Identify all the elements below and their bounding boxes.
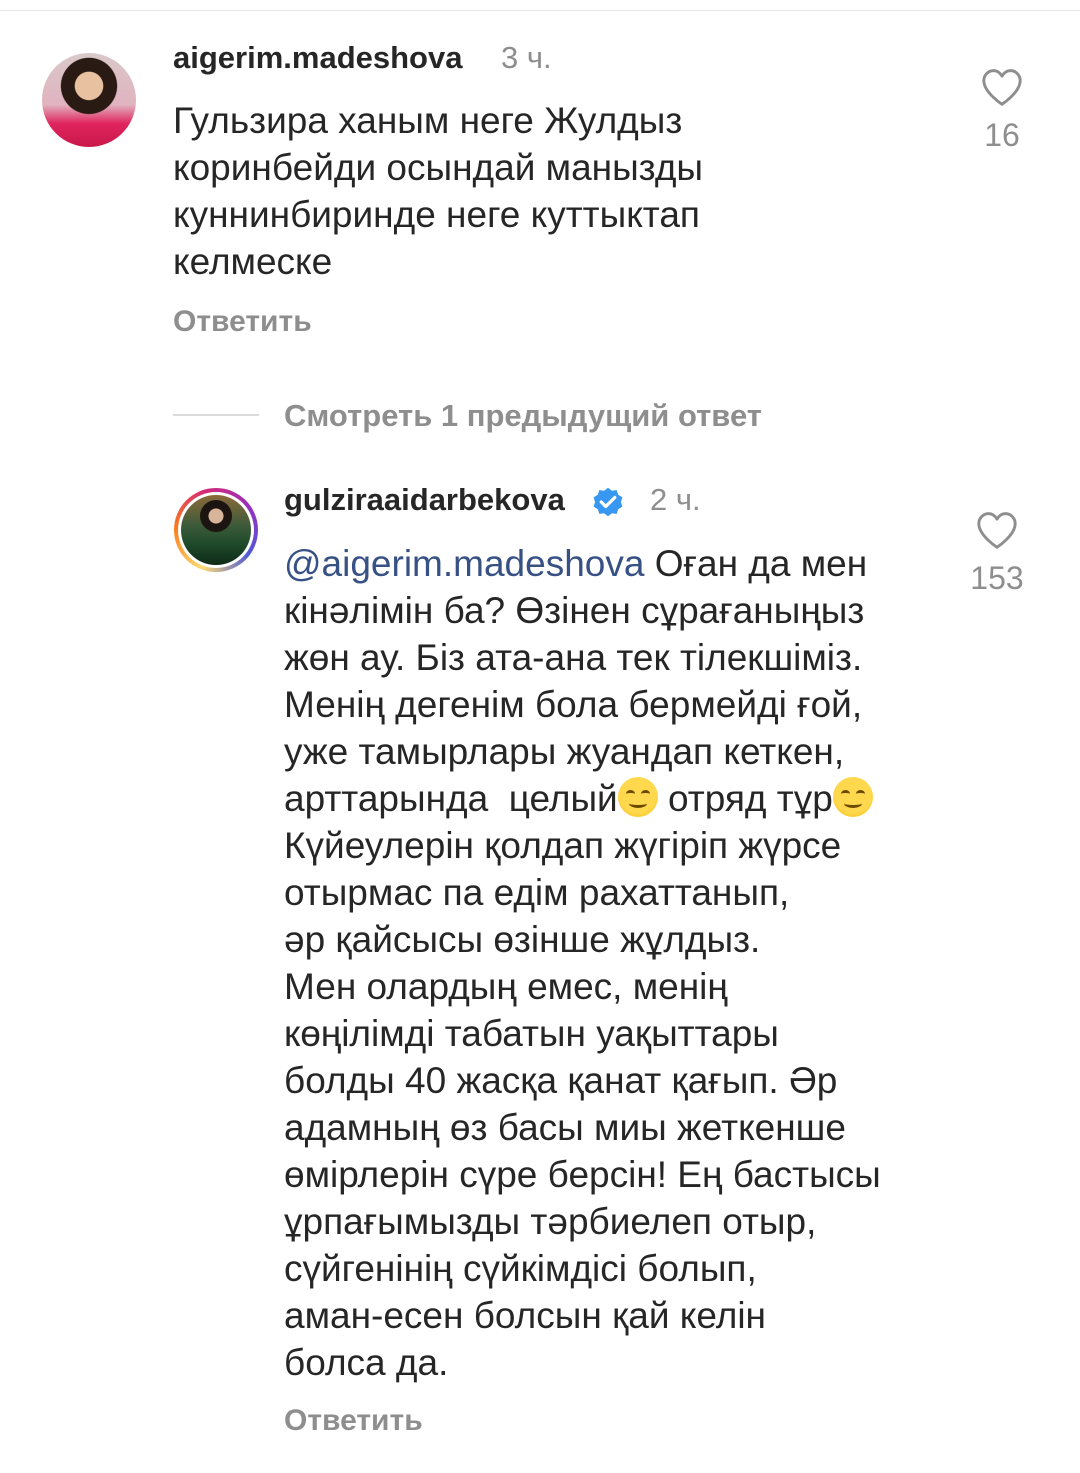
comment-line: келмеске bbox=[173, 241, 333, 282]
comment-line: куннинбиринде неге куттыктап bbox=[173, 194, 700, 235]
comments-thread: aigerim.madeshova 3 ч. Гульзира ханым не… bbox=[0, 0, 1080, 1473]
replies-divider bbox=[173, 414, 259, 416]
reply-line: арттарында целый отряд тұр bbox=[284, 775, 944, 822]
reply-line: аман-есен болсын қай келін bbox=[284, 1295, 766, 1336]
reply-line: өмірлерін сүре берсін! Ең бастысы bbox=[284, 1154, 881, 1195]
comment-time: 3 ч. bbox=[501, 40, 552, 75]
reply-button[interactable]: Ответить bbox=[173, 305, 312, 339]
reply-line: Күйеулерін қолдап жүгіріп жүрсе bbox=[284, 825, 842, 866]
reply-line: болды 40 жасқа қанат қағып. Әр bbox=[284, 1060, 838, 1101]
reply-line: көңілімді табатын уақыттары bbox=[284, 1013, 779, 1054]
reply-line: кінәлімін ба? Өзінен сұрағаныңыз bbox=[284, 590, 865, 631]
reply-username[interactable]: gulziraaidarbekova bbox=[284, 482, 565, 518]
reply-text: Оған да мен bbox=[644, 543, 868, 584]
story-ring[interactable] bbox=[174, 488, 258, 572]
comment-body: Гульзира ханым неге Жулдыз коринбейди ос… bbox=[173, 97, 933, 285]
reply-line: отырмас па едім рахаттанып, bbox=[284, 872, 790, 913]
heart-icon[interactable] bbox=[980, 67, 1024, 107]
reply-line: адамның өз басы миы жеткенше bbox=[284, 1107, 846, 1148]
reply-line: ұрпағымызды тәрбиелеп отыр, bbox=[284, 1201, 817, 1242]
reply-text: арттарында целый bbox=[284, 778, 618, 819]
like-block: 16 bbox=[962, 67, 1042, 154]
comment-line: коринбейди осындай манызды bbox=[173, 147, 704, 188]
avatar-aigerim[interactable] bbox=[42, 53, 136, 147]
reply-line: Менің дегенім бола бермейді ғой, bbox=[284, 684, 863, 725]
avatar-gulzira bbox=[181, 495, 251, 565]
reply-line: @aigerim.madeshova Оған да мен bbox=[284, 540, 944, 587]
top-divider bbox=[0, 10, 1080, 11]
smiling-face-emoji bbox=[832, 777, 873, 817]
reply-time: 2 ч. bbox=[650, 482, 701, 517]
verified-badge-icon bbox=[593, 487, 623, 517]
like-block: 153 bbox=[957, 510, 1037, 597]
reply-body: @aigerim.madeshova Оған да мен кінәлімін… bbox=[284, 540, 944, 1386]
reply-line: болса да. bbox=[284, 1342, 449, 1383]
like-count: 153 bbox=[970, 560, 1024, 596]
reply-line: әр қайсысы өзінше жұлдыз. bbox=[284, 919, 761, 960]
heart-icon[interactable] bbox=[975, 510, 1019, 550]
reply-line: уже тамырлары жуандап кеткен, bbox=[284, 731, 845, 772]
reply-line: жөн ау. Біз ата-ана тек тілекшіміз. bbox=[284, 637, 863, 678]
reply-line: Мен олардың емес, менің bbox=[284, 966, 728, 1007]
view-replies-button[interactable]: Смотреть 1 предыдущий ответ bbox=[284, 398, 762, 434]
reply-button[interactable]: Ответить bbox=[284, 1404, 423, 1438]
reply-line: сүйгенінің сүйкімдісі болып, bbox=[284, 1248, 757, 1289]
reply-text: отряд тұр bbox=[657, 778, 833, 819]
like-count: 16 bbox=[984, 117, 1020, 153]
mention-link[interactable]: @aigerim.madeshova bbox=[284, 543, 644, 584]
smiling-face-emoji bbox=[617, 777, 658, 817]
comment-username[interactable]: aigerim.madeshova bbox=[173, 40, 462, 76]
comment-line: Гульзира ханым неге Жулдыз bbox=[173, 100, 683, 141]
